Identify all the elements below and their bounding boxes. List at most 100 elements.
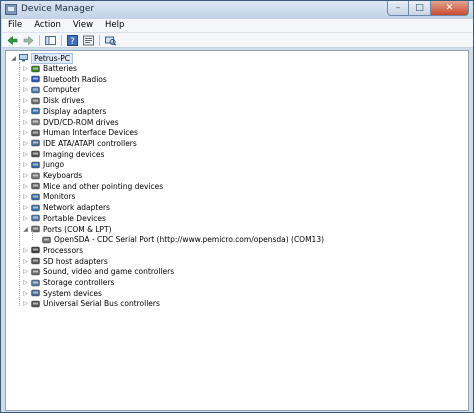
storage-controller-icon	[31, 279, 40, 286]
sound-icon	[31, 268, 40, 275]
device-manager-window: Device Manager – □ ✕ File Action View He…	[0, 0, 474, 413]
device-category-node[interactable]: ▷ Computer	[22, 85, 80, 95]
device-category-node[interactable]: ▷ Storage controllers	[22, 278, 114, 288]
device-label: Disk drives	[43, 96, 85, 106]
maximize-button[interactable]: □	[409, 1, 431, 16]
expand-toggle-icon[interactable]: ▷	[22, 128, 29, 138]
device-category-node[interactable]: ▷ Jungo	[22, 160, 64, 170]
menu-action[interactable]: Action	[28, 19, 67, 32]
tree-connector-line	[32, 230, 33, 240]
device-tree[interactable]: ◢ Petrus-PC ▷ Batteries ▷ Bluetooth Radios ▷…	[5, 50, 469, 411]
device-label: Human Interface Devices	[43, 128, 138, 138]
expand-toggle-icon[interactable]: ▷	[22, 245, 29, 255]
scan-hardware-icon	[105, 36, 116, 46]
device-label: System devices	[43, 288, 102, 298]
device-label: DVD/CD-ROM drives	[43, 117, 119, 127]
device-category-node[interactable]: ▷ Keyboards	[22, 171, 82, 181]
expand-toggle-icon[interactable]: ▷	[22, 138, 29, 148]
expand-toggle-icon[interactable]: ▷	[22, 96, 29, 106]
device-label: Imaging devices	[43, 149, 105, 159]
device-label: Mice and other pointing devices	[43, 181, 164, 191]
expand-toggle-icon[interactable]: ▷	[22, 213, 29, 223]
device-label: Jungo	[43, 160, 65, 170]
expand-toggle-icon[interactable]: ▷	[22, 203, 29, 213]
network-adapter-icon	[31, 204, 40, 211]
menu-view[interactable]: View	[67, 19, 99, 32]
expand-toggle-icon[interactable]: ▷	[22, 106, 29, 116]
expand-toggle-icon[interactable]: ▷	[22, 256, 29, 266]
collapse-toggle-icon[interactable]: ◢	[10, 53, 17, 63]
properties-icon	[83, 35, 94, 45]
device-label: Processors	[43, 245, 84, 255]
camera-icon	[31, 150, 40, 158]
device-category-node[interactable]: ▷ Display adapters	[22, 106, 106, 116]
expand-toggle-icon[interactable]: ▷	[22, 267, 29, 277]
expand-toggle-icon[interactable]: ▷	[22, 160, 29, 170]
device-category-node[interactable]: ▷ System devices	[22, 288, 102, 298]
device-label: IDE ATA/ATAPI controllers	[43, 138, 137, 148]
forward-button[interactable]	[22, 34, 35, 46]
device-category-node[interactable]: ▷ Batteries	[22, 64, 77, 74]
device-category-node[interactable]: ▷ Human Interface Devices	[22, 128, 138, 138]
close-icon: ✕	[445, 3, 454, 13]
ide-controller-icon	[31, 140, 40, 147]
device-category-node[interactable]: ▷ DVD/CD-ROM drives	[22, 117, 119, 127]
window-title: Device Manager	[21, 4, 95, 14]
expand-toggle-icon[interactable]: ▷	[22, 278, 29, 288]
expand-toggle-icon[interactable]: ▷	[22, 74, 29, 84]
device-label: Batteries	[43, 64, 77, 73]
device-label: Display adapters	[43, 106, 107, 116]
expand-toggle-icon[interactable]: ▷	[22, 288, 29, 298]
scan-hardware-changes-button[interactable]	[104, 34, 117, 46]
device-category-node[interactable]: ▷ Monitors	[22, 192, 75, 202]
device-category-node[interactable]: ▷ Network adapters	[22, 203, 110, 213]
disk-drive-icon	[31, 97, 40, 104]
device-category-node[interactable]: ▷ Mice and other pointing devices	[22, 181, 163, 191]
device-label: Portable Devices	[43, 213, 106, 223]
device-category-node[interactable]: ▷ Bluetooth Radios	[22, 74, 107, 84]
hid-icon	[31, 129, 40, 136]
tree-root-node[interactable]: ◢ Petrus-PC	[10, 52, 74, 64]
sd-adapter-icon	[31, 257, 40, 265]
computer-icon	[19, 54, 28, 62]
monitor-icon	[31, 193, 40, 201]
expand-toggle-icon[interactable]: ▷	[22, 117, 29, 127]
dvd-drive-icon	[31, 118, 40, 126]
back-button[interactable]	[6, 34, 19, 46]
close-button[interactable]: ✕	[431, 1, 469, 16]
minimize-button[interactable]: –	[387, 1, 409, 16]
device-category-node[interactable]: ▷ Sound, video and game controllers	[22, 267, 174, 277]
device-category-node[interactable]: ▷ Processors	[22, 245, 83, 255]
help-button[interactable]: ?	[66, 34, 79, 46]
menu-file[interactable]: File	[2, 19, 28, 32]
device-category-node[interactable]: ◢ Ports (COM & LPT)	[22, 224, 111, 234]
device-category-node[interactable]: ▷ Portable Devices	[22, 213, 106, 223]
device-category-node[interactable]: ▷ SD host adapters	[22, 256, 108, 266]
system-device-icon	[31, 289, 40, 297]
expand-toggle-icon[interactable]: ▷	[22, 181, 29, 191]
device-category-node[interactable]: ▷ Disk drives	[22, 96, 84, 106]
device-label: Computer	[43, 85, 81, 95]
collapse-toggle-icon[interactable]: ◢	[22, 224, 29, 234]
expand-toggle-icon[interactable]: ▷	[22, 192, 29, 202]
device-label: Keyboards	[43, 171, 83, 180]
properties-button[interactable]	[82, 34, 95, 46]
show-hide-console-tree-button[interactable]	[44, 34, 57, 46]
title-bar[interactable]: Device Manager – □ ✕	[1, 1, 473, 19]
device-label: Monitors	[43, 192, 76, 202]
expand-toggle-icon[interactable]: ▷	[22, 85, 29, 95]
expand-toggle-icon[interactable]: ▷	[22, 171, 29, 181]
device-category-node[interactable]: ▷ Imaging devices	[22, 149, 104, 159]
expand-toggle-icon[interactable]: ▷	[22, 299, 29, 309]
device-label: SD host adapters	[43, 256, 108, 266]
device-label: Sound, video and game controllers	[43, 267, 175, 277]
device-category-node[interactable]: OpenSDA - CDC Serial Port (http://www.pe…	[33, 235, 324, 245]
expand-toggle-icon[interactable]: ▷	[22, 149, 29, 159]
device-category-node[interactable]: ▷ IDE ATA/ATAPI controllers	[22, 138, 137, 148]
expand-toggle-icon[interactable]: ▷	[22, 64, 29, 74]
device-category-node[interactable]: ▷ Universal Serial Bus controllers	[22, 299, 160, 309]
keyboard-icon	[31, 172, 40, 179]
bluetooth-icon	[31, 75, 40, 83]
portable-device-icon	[31, 215, 40, 222]
menu-help[interactable]: Help	[99, 19, 130, 32]
